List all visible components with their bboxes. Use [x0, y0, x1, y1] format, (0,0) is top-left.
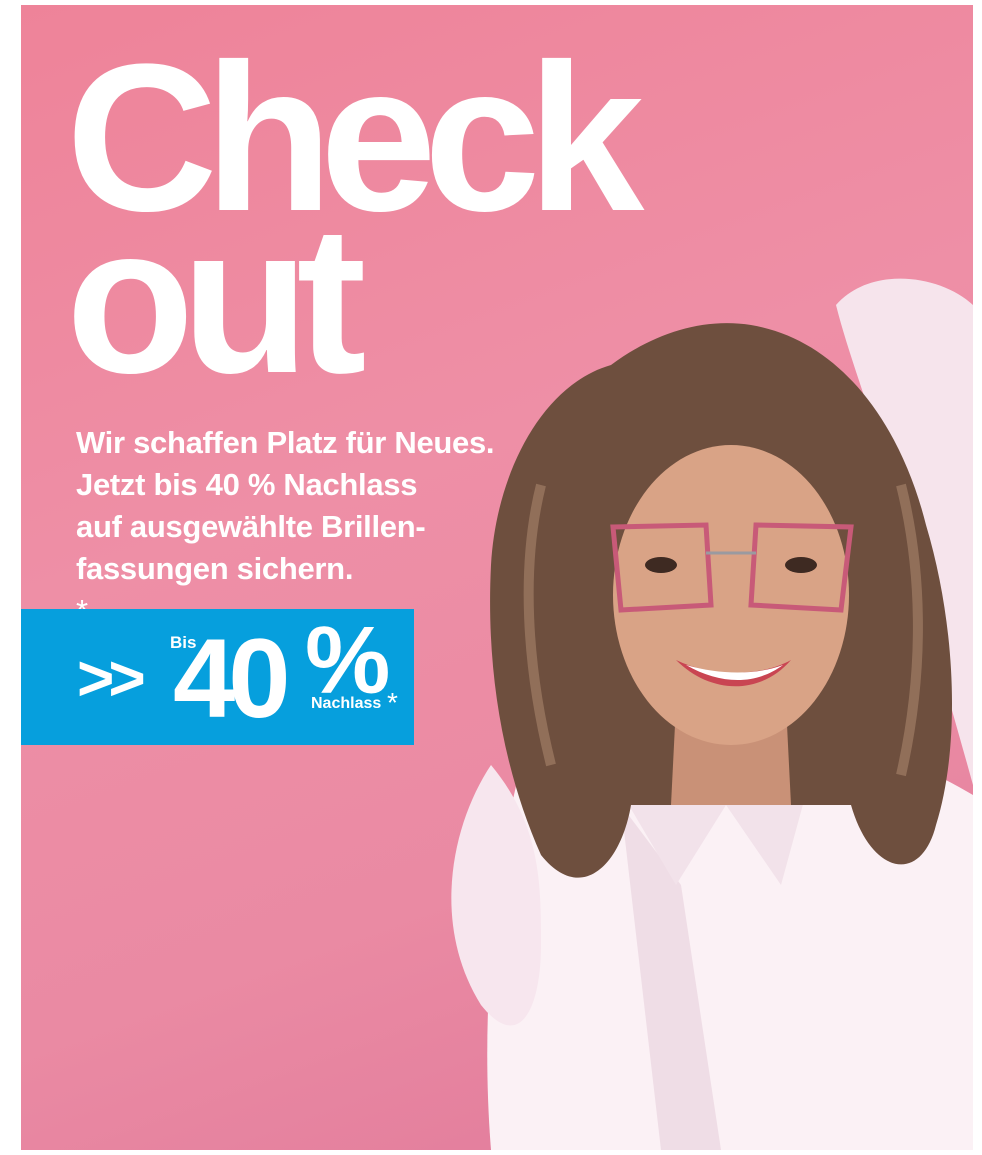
badge-value: 40	[173, 616, 291, 741]
headline: Check out	[66, 33, 644, 405]
promo-poster: Check out Wir schaffen Platz für Neues. …	[21, 5, 973, 1150]
subtext-line1: Wir schaffen Platz für Neues.	[76, 425, 495, 460]
right-eye	[785, 557, 817, 573]
promo-subtext: Wir schaffen Platz für Neues. Jetzt bis …	[76, 422, 495, 632]
face	[613, 445, 849, 745]
badge-asterisk: *	[387, 687, 398, 718]
badge-suffix: Nachlass	[311, 695, 382, 712]
subtext-line2: Jetzt bis 40 % Nachlass	[76, 467, 418, 502]
subtext-line3: auf ausgewählte Brillen-	[76, 509, 426, 544]
subtext-line4-text: fassungen sichern.	[76, 551, 354, 586]
badge-arrows: >>	[77, 642, 146, 714]
discount-badge: >> Bis 40 % Nachlass *	[21, 609, 414, 745]
left-eye	[645, 557, 677, 573]
